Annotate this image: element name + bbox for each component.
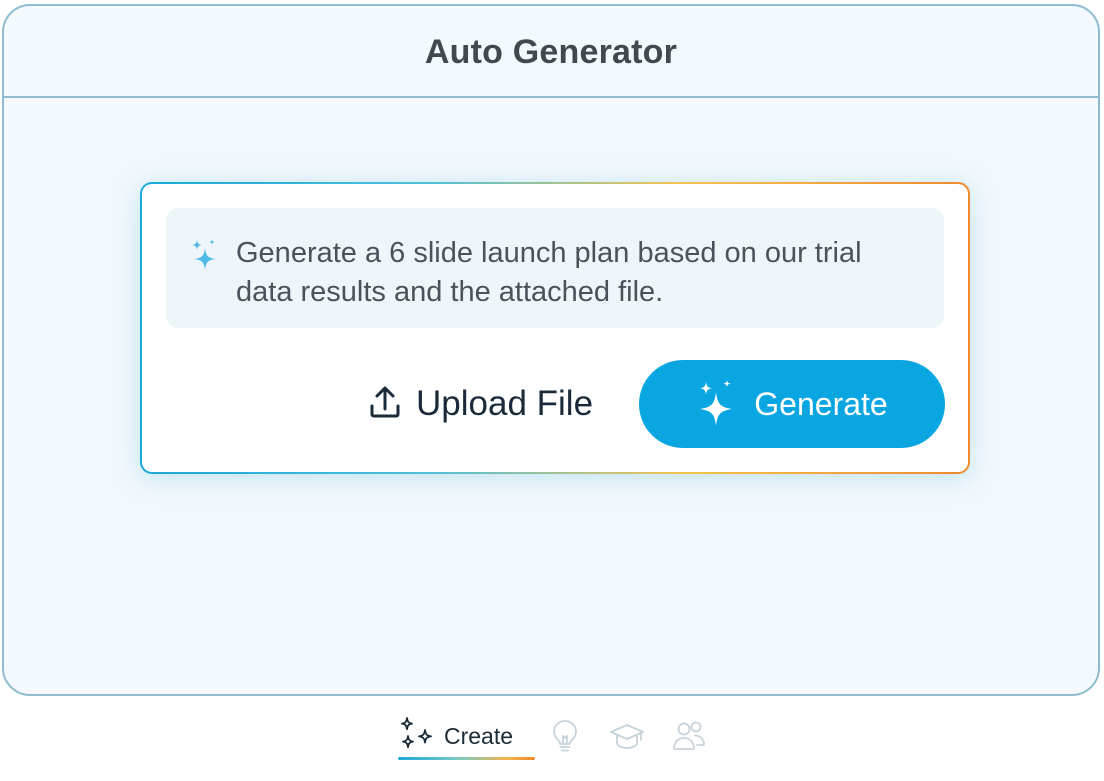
nav-item-learn[interactable] <box>609 718 645 754</box>
nav-item-create-label: Create <box>444 722 514 749</box>
bottom-nav: Create <box>390 714 707 764</box>
generate-label: Generate <box>754 385 888 422</box>
prompt-card-inner: Generate a 6 slide launch plan based on … <box>142 184 968 472</box>
nav-item-create[interactable]: Create <box>390 714 536 760</box>
sparkles-icon <box>398 716 434 757</box>
graduation-cap-icon <box>609 718 645 754</box>
upload-icon <box>368 385 402 424</box>
sparkles-icon <box>696 378 738 431</box>
prompt-card: Generate a 6 slide launch plan based on … <box>140 182 970 474</box>
window-title: Auto Generator <box>424 32 678 71</box>
nav-item-team[interactable] <box>671 718 707 754</box>
nav-item-ideas[interactable] <box>547 718 583 754</box>
auto-generator-window: Auto Generator Generate a 6 slide launch… <box>2 4 1100 696</box>
upload-file-button[interactable]: Upload File <box>368 380 593 428</box>
window-header: Auto Generator <box>4 6 1098 98</box>
upload-file-label: Upload File <box>416 384 594 423</box>
prompt-input[interactable]: Generate a 6 slide launch plan based on … <box>166 208 944 328</box>
sparkles-icon <box>188 238 220 274</box>
active-tab-indicator <box>398 757 536 760</box>
lightbulb-icon <box>547 718 583 754</box>
generate-button[interactable]: Generate <box>639 360 945 448</box>
prompt-text: Generate a 6 slide launch plan based on … <box>236 237 862 308</box>
users-icon <box>671 718 707 754</box>
